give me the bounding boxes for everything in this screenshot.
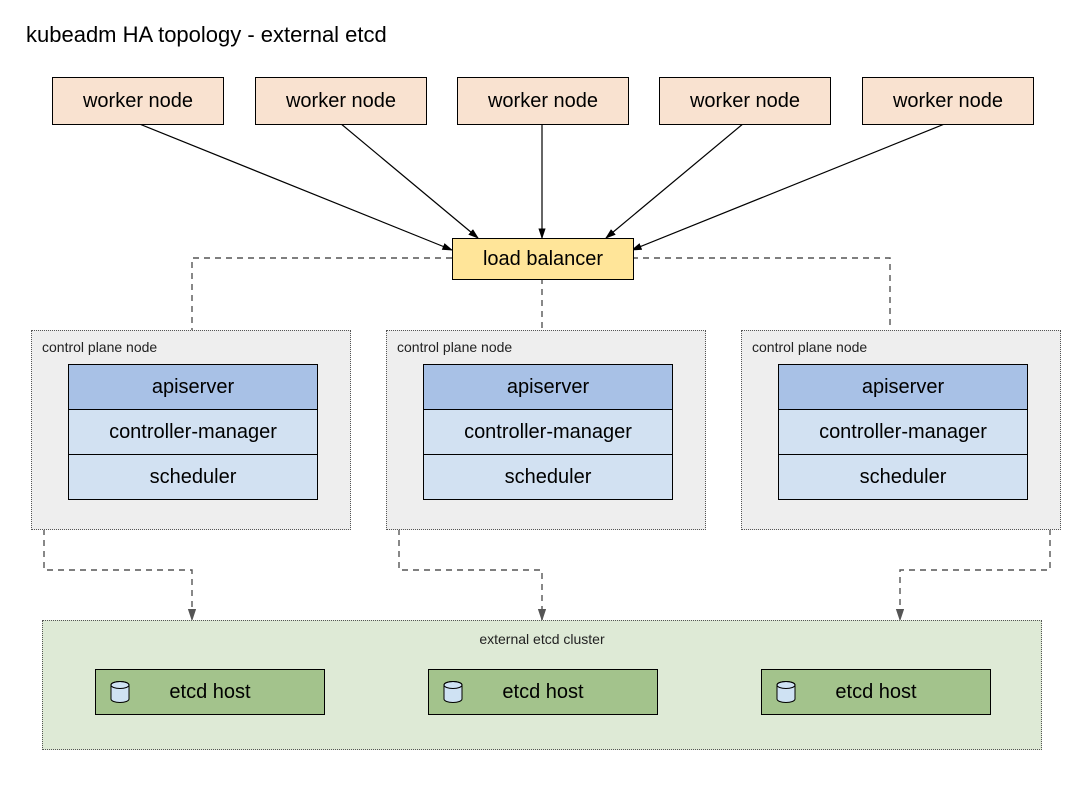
etcd-host-label: etcd host xyxy=(835,681,916,704)
etcd-host-label: etcd host xyxy=(502,681,583,704)
control-plane-node: control plane node apiserver controller-… xyxy=(741,330,1061,530)
controller-manager-box: controller-manager xyxy=(778,409,1028,455)
control-plane-label: control plane node xyxy=(397,339,512,355)
worker-node: worker node xyxy=(255,77,427,125)
etcd-cluster-label: external etcd cluster xyxy=(43,631,1041,647)
etcd-host: etcd host xyxy=(761,669,991,715)
database-icon xyxy=(110,681,130,703)
controller-manager-box: controller-manager xyxy=(423,409,673,455)
control-plane-node: control plane node apiserver controller-… xyxy=(31,330,351,530)
worker-node: worker node xyxy=(659,77,831,125)
scheduler-box: scheduler xyxy=(68,454,318,500)
external-etcd-cluster: external etcd cluster etcd host etcd hos… xyxy=(42,620,1042,750)
control-plane-label: control plane node xyxy=(42,339,157,355)
control-plane-stack: apiserver controller-manager scheduler xyxy=(778,365,1028,500)
worker-node: worker node xyxy=(457,77,629,125)
control-plane-label: control plane node xyxy=(752,339,867,355)
etcd-host-label: etcd host xyxy=(169,681,250,704)
control-plane-node: control plane node apiserver controller-… xyxy=(386,330,706,530)
apiserver-box: apiserver xyxy=(68,364,318,410)
load-balancer: load balancer xyxy=(452,238,634,280)
diagram-title: kubeadm HA topology - external etcd xyxy=(26,22,387,48)
scheduler-box: scheduler xyxy=(423,454,673,500)
database-icon xyxy=(443,681,463,703)
scheduler-box: scheduler xyxy=(778,454,1028,500)
database-icon xyxy=(776,681,796,703)
etcd-host: etcd host xyxy=(428,669,658,715)
worker-node: worker node xyxy=(52,77,224,125)
worker-node: worker node xyxy=(862,77,1034,125)
apiserver-box: apiserver xyxy=(778,364,1028,410)
apiserver-box: apiserver xyxy=(423,364,673,410)
control-plane-stack: apiserver controller-manager scheduler xyxy=(68,365,318,500)
control-plane-stack: apiserver controller-manager scheduler xyxy=(423,365,673,500)
etcd-host: etcd host xyxy=(95,669,325,715)
controller-manager-box: controller-manager xyxy=(68,409,318,455)
